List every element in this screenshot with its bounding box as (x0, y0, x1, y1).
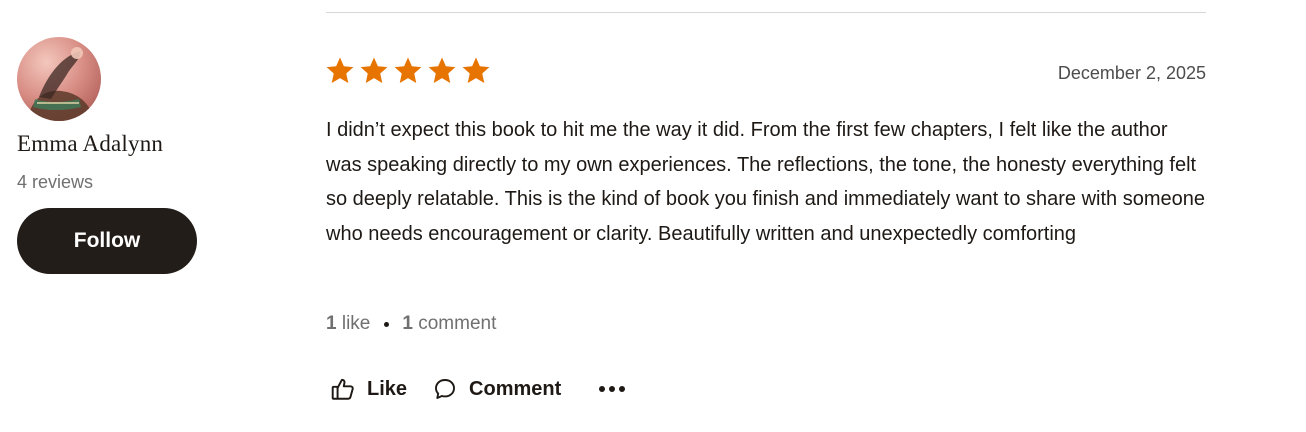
review-date: December 2, 2025 (1057, 63, 1206, 83)
avatar-photo (27, 47, 95, 121)
likes-count[interactable]: 1 (326, 313, 337, 335)
star-icon (428, 57, 456, 83)
comments-label[interactable]: comment (418, 313, 496, 335)
speech-bubble-icon (433, 377, 457, 401)
comment-button[interactable]: Comment (433, 377, 561, 401)
more-dots-icon (598, 384, 626, 394)
comments-count[interactable]: 1 (402, 313, 413, 335)
star-icon (462, 57, 490, 83)
follow-button[interactable]: Follow (17, 208, 197, 274)
thumbs-up-icon (330, 376, 356, 402)
star-rating (325, 56, 491, 86)
star-icon (394, 57, 422, 83)
divider (326, 12, 1206, 13)
more-options-button[interactable] (598, 384, 626, 394)
like-button[interactable]: Like (330, 376, 407, 402)
review-card: Emma Adalynn 4 reviews Follow December 2… (0, 0, 1306, 432)
reviewer-review-count: 4 reviews (17, 172, 94, 192)
review-stats: 1 like 1 comment (326, 313, 496, 335)
review-actions: Like Comment (326, 373, 626, 405)
separator-dot (384, 321, 390, 327)
comment-label: Comment (469, 377, 562, 400)
star-icon (326, 57, 354, 83)
like-label: Like (367, 377, 408, 400)
likes-label[interactable]: like (342, 313, 371, 335)
reviewer-name[interactable]: Emma Adalynn (17, 131, 163, 157)
review-text: I didn’t expect this book to hit me the … (326, 119, 1206, 245)
avatar[interactable] (17, 37, 101, 121)
star-icon (360, 57, 388, 83)
